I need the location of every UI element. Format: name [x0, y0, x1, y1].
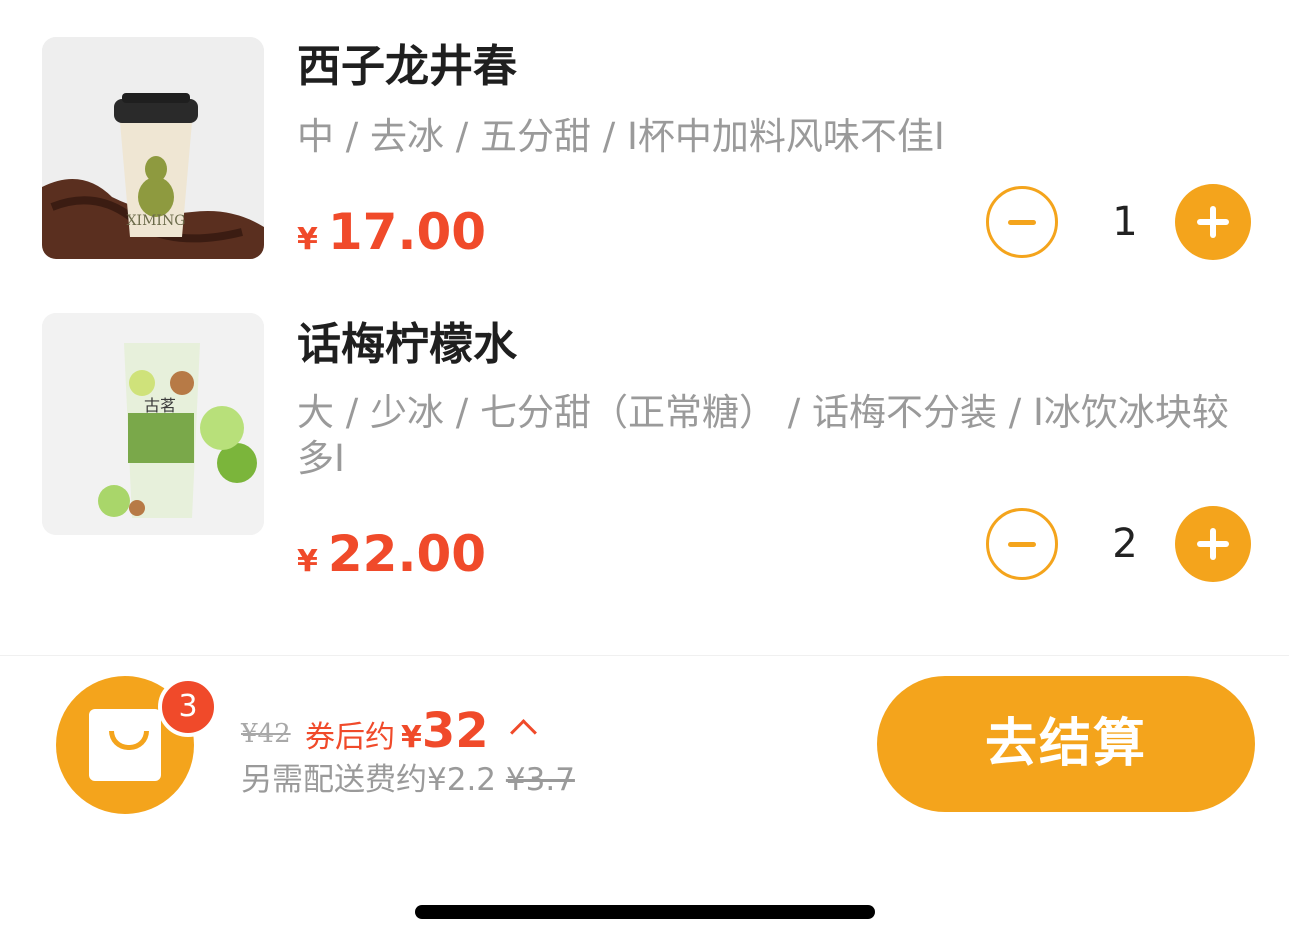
tea-cup-image: XIMING: [42, 37, 264, 259]
delivery-original-fee: ¥3.7: [505, 762, 575, 798]
currency-symbol: ¥: [297, 544, 318, 579]
coupon-label: 券后约: [305, 720, 395, 755]
cart-bottom-bar: 3 ¥42 券后约 ¥32 另需配送费约¥2.2 ¥3.7 去结算: [0, 655, 1289, 931]
item-spec: 大 / 少冰 / 七分甜（正常糖） / 话梅不分装 / I冰饮冰块较多I: [297, 391, 1229, 480]
decrease-qty-button[interactable]: [986, 508, 1058, 580]
after-coupon-price[interactable]: 券后约 ¥32: [305, 706, 489, 767]
increase-qty-button[interactable]: [1175, 184, 1251, 260]
item-name: 话梅柠檬水: [297, 319, 517, 370]
currency-symbol: ¥: [297, 222, 318, 257]
item-name: 西子龙井春: [297, 41, 517, 92]
chevron-up-icon[interactable]: [510, 719, 537, 746]
quantity-value: 2: [1112, 521, 1138, 567]
shopping-bag-icon: [89, 709, 161, 781]
decrease-qty-button[interactable]: [986, 186, 1058, 258]
after-coupon-amount: 32: [421, 703, 489, 759]
currency-symbol: ¥: [401, 720, 422, 755]
product-image-huameiningmeng[interactable]: 古茗: [42, 313, 264, 535]
item-spec: 中 / 去冰 / 五分甜 / I杯中加料风味不佳I: [297, 115, 945, 158]
lemon-drink-image: 古茗: [42, 313, 264, 535]
cup-brand-text: 古茗: [144, 396, 176, 415]
home-indicator[interactable]: [415, 905, 875, 919]
price-value: 22.00: [327, 525, 487, 583]
original-total: ¥42: [241, 719, 291, 749]
cup-brand-text: XIMING: [127, 213, 186, 229]
item-price: ¥22.00: [297, 524, 486, 596]
delivery-fee: 另需配送费约¥2.2: [241, 762, 497, 798]
checkout-button[interactable]: 去结算: [877, 676, 1255, 812]
cart-count-badge: 3: [158, 677, 218, 737]
quantity-value: 1: [1112, 199, 1138, 245]
item-price: ¥17.00: [297, 202, 486, 274]
delivery-fee-text: 另需配送费约¥2.2 ¥3.7: [241, 760, 575, 800]
product-image-xiziljc[interactable]: XIMING: [42, 37, 264, 259]
increase-qty-button[interactable]: [1175, 506, 1251, 582]
bag-smile-icon: [109, 731, 149, 750]
price-value: 17.00: [327, 203, 487, 261]
